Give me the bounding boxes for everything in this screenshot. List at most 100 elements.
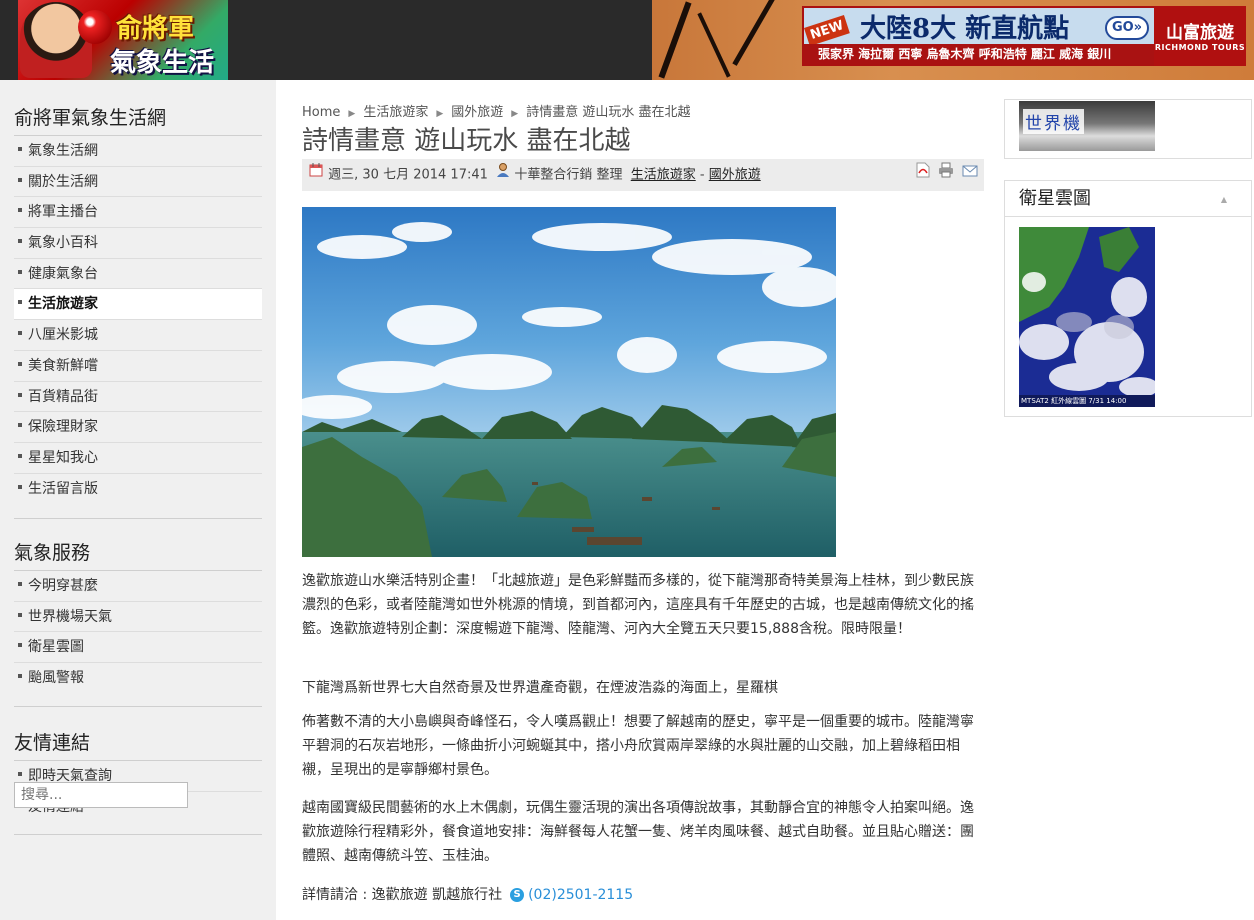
menu-item[interactable]: 美食新鮮嚐 xyxy=(14,351,262,382)
menu-item-label[interactable]: 生活旅遊家 xyxy=(28,296,98,312)
contact-phone[interactable]: (02)2501-2115 xyxy=(528,887,633,903)
site-header: 俞將軍 氣象生活網 NEW 大陸8大 新直航點 GO» 張家界 海拉爾 西寧 烏… xyxy=(0,0,1254,80)
article-date: 週三, 30 七月 2014 17:41 xyxy=(328,167,488,183)
menu-item-label[interactable]: 關於生活網 xyxy=(28,174,98,190)
bullet-icon xyxy=(18,643,22,648)
email-icon[interactable] xyxy=(962,159,978,191)
world-airport-logo-text: 世界機 xyxy=(1023,109,1084,134)
menu-item[interactable]: 星星知我心 xyxy=(14,443,262,474)
menu-item-label[interactable]: 健康氣象台 xyxy=(28,266,98,282)
header-banner-ad[interactable]: NEW 大陸8大 新直航點 GO» 張家界 海拉爾 西寧 烏魯木齊 呼和浩特 麗… xyxy=(652,0,1254,80)
collapse-caret-icon[interactable]: ▲ xyxy=(1221,195,1227,204)
bullet-icon xyxy=(18,453,22,458)
menu-item-label[interactable]: 衛星雲圖 xyxy=(28,639,84,655)
bullet-icon xyxy=(18,674,22,679)
menu-item-label[interactable]: 氣象生活網 xyxy=(28,143,98,159)
menu-item[interactable]: 生活留言版 xyxy=(14,474,262,505)
menu-item-label[interactable]: 颱風警報 xyxy=(28,670,84,686)
menu-item-label[interactable]: 氣象小百科 xyxy=(28,235,98,251)
menu-item[interactable]: 世界機場天氣 xyxy=(14,602,262,633)
menu-item-label[interactable]: 今明穿甚麼 xyxy=(28,578,98,594)
module-title: 俞將軍氣象生活網 xyxy=(14,100,262,136)
calendar-icon xyxy=(308,159,324,191)
branch-silhouette xyxy=(732,0,777,66)
module-divider xyxy=(14,705,262,707)
satellite-module: 衛星雲圖 ▲ MTSAT2 紅外線雲圖 7/31 14:00 xyxy=(1004,180,1252,417)
chevron-right-icon: ▶ xyxy=(436,109,444,119)
breadcrumb-item[interactable]: 生活旅遊家 xyxy=(363,105,428,120)
menu-item-label[interactable]: 世界機場天氣 xyxy=(28,609,112,625)
branch-silhouette xyxy=(697,12,731,78)
article-author: 十華整合行銷 整理 xyxy=(514,167,623,183)
category-separator: - xyxy=(699,167,705,183)
menu-item-label[interactable]: 將軍主播台 xyxy=(28,204,98,220)
menu-item[interactable]: 健康氣象台 xyxy=(14,259,262,290)
menu-item-label[interactable]: 美食新鮮嚐 xyxy=(28,358,98,374)
module-divider xyxy=(14,518,262,520)
world-airport-logo[interactable]: 世界機 xyxy=(1019,101,1155,151)
menu-item[interactable]: 八厘米影城 xyxy=(14,320,262,351)
menu-item[interactable]: 關於生活網 xyxy=(14,167,262,198)
article-paragraph: 越南國寶級民間藝術的水上木偶劇，玩偶生靈活現的演出各項傳說故事，其動靜合宜的神態… xyxy=(302,800,974,864)
satellite-cloud-image[interactable]: MTSAT2 紅外線雲圖 7/31 14:00 xyxy=(1019,227,1155,407)
menu-item[interactable]: 將軍主播台 xyxy=(14,197,262,229)
menu-item-label[interactable]: 生活留言版 xyxy=(28,481,98,497)
main-menu: 氣象生活網 關於生活網 將軍主播台 氣象小百科 健康氣象台 生活旅遊家 八厘米影… xyxy=(14,136,262,504)
ad-brand-logo[interactable]: 山富旅遊 RICHMOND TOURS xyxy=(1154,6,1246,66)
weather-service-module: 氣象服務 今明穿甚麼 世界機場天氣 衛星雲圖 颱風警報 xyxy=(14,535,262,707)
ad-brand-name-en: RICHMOND TOURS xyxy=(1154,43,1246,52)
site-logo[interactable]: 俞將軍 氣象生活網 xyxy=(18,0,228,80)
pdf-icon[interactable] xyxy=(916,159,930,191)
module-title: 衛星雲圖 xyxy=(1005,181,1251,217)
article-tools xyxy=(912,159,978,192)
bullet-icon xyxy=(18,772,22,776)
breadcrumb-item[interactable]: 國外旅遊 xyxy=(451,105,503,120)
article-paragraph: 逸歡旅遊山水樂活特別企畫！「北越旅遊」是色彩鮮豔而多樣的，從下龍灣那奇特美景海上… xyxy=(302,573,974,637)
category-link[interactable]: 國外旅遊 xyxy=(709,168,761,183)
bullet-icon xyxy=(18,208,22,213)
breadcrumb: Home ▶ 生活旅遊家 ▶ 國外旅遊 ▶ 詩情畫意 遊山玩水 盡在北越 xyxy=(302,101,690,120)
menu-item-label[interactable]: 星星知我心 xyxy=(28,450,98,466)
breadcrumb-current: 詩情畫意 遊山玩水 盡在北越 xyxy=(526,105,691,120)
presenter-photo xyxy=(20,2,92,78)
menu-item[interactable]: 氣象生活網 xyxy=(14,136,262,167)
article-photo-halong-bay xyxy=(302,207,836,557)
bullet-icon xyxy=(18,612,22,617)
ad-go-button[interactable]: GO» xyxy=(1105,16,1149,40)
menu-item-label[interactable]: 保險理財家 xyxy=(28,419,98,435)
module-divider xyxy=(14,834,262,836)
logo-line1: 俞將軍 xyxy=(116,14,195,44)
breadcrumb-home[interactable]: Home xyxy=(302,105,340,120)
menu-item[interactable]: 颱風警報 xyxy=(14,663,262,694)
menu-item[interactable]: 今明穿甚麼 xyxy=(14,571,262,602)
satellite-caption: MTSAT2 紅外線雲圖 7/31 14:00 xyxy=(1019,395,1155,407)
menu-item[interactable]: 百貨精品街 xyxy=(14,382,262,413)
skype-icon[interactable]: S xyxy=(510,888,525,902)
article-meta-bar: 週三, 30 七月 2014 17:41 十華整合行銷 整理 生活旅遊家 - 國… xyxy=(302,159,984,191)
article-paragraph: 下龍灣爲新世界七大自然奇景及世界遺產奇觀，在煙波浩淼的海面上，星羅棋 xyxy=(302,680,778,696)
bullet-icon xyxy=(18,269,22,274)
chevron-right-icon: ▶ xyxy=(511,109,519,119)
ad-brand-name: 山富旅遊 xyxy=(1166,23,1234,43)
menu-item[interactable]: 衛星雲圖 xyxy=(14,632,262,664)
menu-item[interactable]: 氣象小百科 xyxy=(14,228,262,259)
menu-item-label[interactable]: 八厘米影城 xyxy=(28,327,98,343)
logo-ball-graphic xyxy=(78,10,112,44)
contact-label: 詳情請洽 : 逸歡旅遊 凱越旅行社 xyxy=(302,887,503,903)
flight-ad[interactable]: NEW 大陸8大 新直航點 GO» 張家界 海拉爾 西寧 烏魯木齊 呼和浩特 麗… xyxy=(802,6,1157,66)
bullet-icon xyxy=(18,582,22,586)
world-airport-box: 世界機 xyxy=(1004,99,1252,159)
menu-item-active[interactable]: 生活旅遊家 xyxy=(14,289,262,321)
menu-item[interactable]: 保險理財家 xyxy=(14,412,262,443)
weather-service-menu: 今明穿甚麼 世界機場天氣 衛星雲圖 颱風警報 xyxy=(14,571,262,694)
category-link[interactable]: 生活旅遊家 xyxy=(631,168,696,183)
search-input[interactable] xyxy=(14,782,188,808)
new-tag: NEW xyxy=(804,14,850,47)
bullet-icon xyxy=(18,239,22,244)
bullet-icon xyxy=(18,361,22,366)
bullet-icon xyxy=(18,331,22,336)
print-icon[interactable] xyxy=(938,159,954,191)
bullet-icon xyxy=(18,147,22,151)
menu-item-label[interactable]: 百貨精品街 xyxy=(28,389,98,405)
bullet-icon xyxy=(18,423,22,428)
